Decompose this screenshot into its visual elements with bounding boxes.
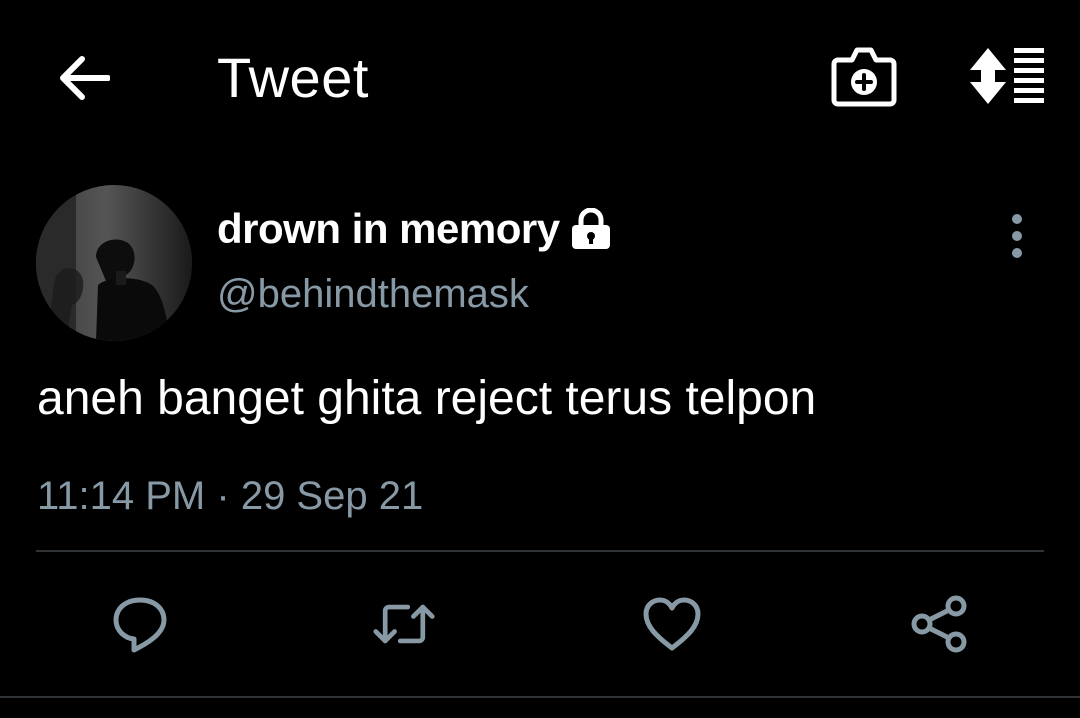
tweet-time: 11:14 PM <box>37 474 206 518</box>
back-button[interactable] <box>54 50 114 106</box>
display-name[interactable]: drown in memory <box>217 204 612 254</box>
tweet-date: 29 Sep 21 <box>240 474 424 518</box>
heart-icon <box>643 597 701 651</box>
divider <box>36 550 1044 552</box>
comment-icon <box>113 597 167 653</box>
like-button[interactable] <box>640 592 704 656</box>
display-name-text: drown in memory <box>217 205 560 252</box>
share-icon <box>911 595 967 653</box>
more-options-button[interactable] <box>996 210 1038 264</box>
avatar[interactable] <box>36 185 192 341</box>
divider <box>0 696 1080 698</box>
top-app-bar: Tweet <box>0 0 1080 160</box>
tweet-text: aneh banget ghita reject terus telpon <box>37 372 817 425</box>
retweet-button[interactable] <box>372 592 436 656</box>
sort-button[interactable] <box>966 44 1050 108</box>
sort-list-icon <box>970 48 1044 104</box>
more-vertical-icon <box>1012 214 1022 258</box>
camera-plus-icon <box>831 47 897 107</box>
avatar-image <box>36 185 192 341</box>
tweet-timestamp[interactable]: 11:14 PM · 29 Sep 21 <box>37 472 423 520</box>
page-title: Tweet <box>217 46 369 109</box>
camera-button[interactable] <box>830 44 898 110</box>
retweet-icon <box>373 604 435 644</box>
meta-separator: · <box>216 474 230 518</box>
reply-button[interactable] <box>108 592 172 656</box>
arrow-left-icon <box>60 56 110 100</box>
user-handle[interactable]: @behindthemask <box>217 270 529 318</box>
lock-icon <box>570 208 612 250</box>
share-button[interactable] <box>908 592 972 656</box>
